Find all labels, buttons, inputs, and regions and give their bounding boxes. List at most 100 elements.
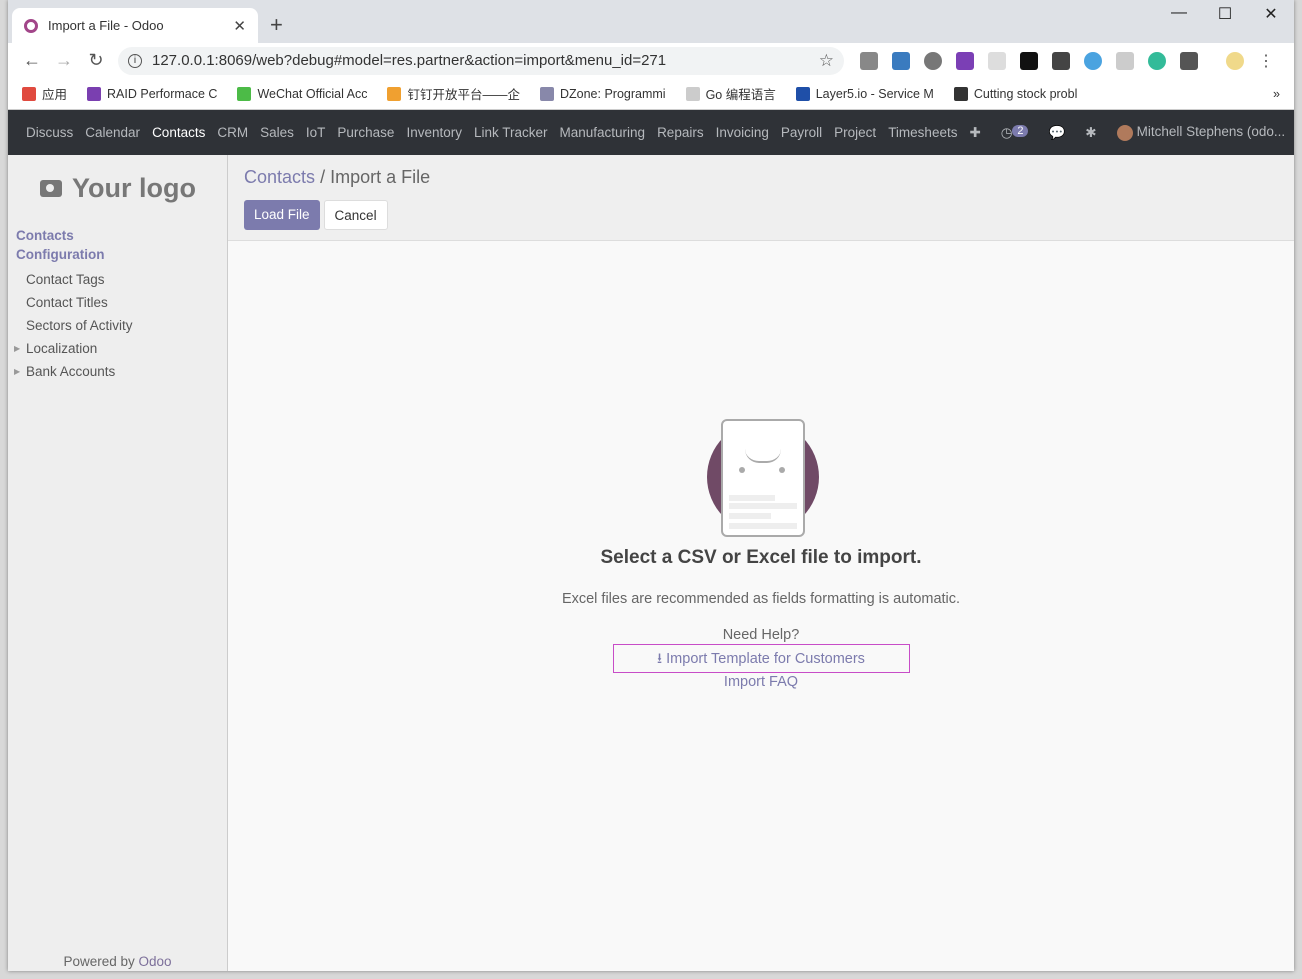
- powered-by: Powered by Odoo: [8, 954, 227, 969]
- nav-menu-iot[interactable]: IoT: [300, 125, 332, 140]
- onenote-icon[interactable]: [956, 51, 974, 70]
- bookmark-label: RAID Performace C: [107, 86, 218, 101]
- bookmark-item[interactable]: 钉钉开放平台——企: [387, 84, 520, 103]
- bookmark-item[interactable]: WeChat Official Acc: [237, 86, 368, 101]
- bookmark-label: Layer5.io - Service M: [815, 86, 934, 101]
- sidebar-item-contact-titles[interactable]: Contact Titles: [8, 291, 227, 314]
- extension-icon[interactable]: [1148, 51, 1166, 70]
- bookmark-favicon-icon: [795, 86, 810, 101]
- nav-menu-contacts[interactable]: Contacts: [146, 125, 211, 140]
- bookmark-item[interactable]: Cutting stock probl: [953, 86, 1078, 101]
- nav-menu-manufacturing[interactable]: Manufacturing: [554, 125, 652, 140]
- bookmark-item[interactable]: Go 编程语言: [685, 84, 776, 103]
- bookmark-favicon-icon: [953, 86, 968, 101]
- template-link-text: Import Template for Customers: [666, 651, 865, 667]
- extension-icon[interactable]: [1084, 51, 1102, 70]
- clock-icon: ◷: [1000, 124, 1013, 140]
- caret-right-icon: ▶: [14, 344, 21, 353]
- odoo-link[interactable]: Odoo: [139, 954, 172, 969]
- bookmark-item[interactable]: Layer5.io - Service M: [795, 86, 934, 101]
- file-illustration: [701, 401, 821, 541]
- new-tab-button[interactable]: +: [270, 12, 283, 38]
- powered-by-text: Powered by: [63, 954, 135, 969]
- import-title: Select a CSV or Excel file to import.: [600, 547, 922, 568]
- nav-menu-purchase[interactable]: Purchase: [331, 125, 400, 140]
- nav-menu-invoicing[interactable]: Invoicing: [710, 125, 775, 140]
- sidebar: Your logo Contacts Configuration Contact…: [8, 155, 228, 971]
- bookmark-favicon-icon: [685, 86, 700, 101]
- control-panel: Contacts / Import a File Load File Cance…: [228, 155, 1294, 241]
- breadcrumb-separator: /: [320, 167, 326, 187]
- reload-icon[interactable]: ↻: [80, 50, 112, 71]
- sidebar-section-configuration[interactable]: Configuration: [8, 245, 227, 264]
- sidebar-item-bank-accounts[interactable]: ▶ Bank Accounts: [8, 360, 227, 383]
- extension-icon[interactable]: [924, 51, 942, 70]
- download-icon: ⭳: [657, 651, 663, 667]
- activity-button[interactable]: ◷ 2: [1000, 124, 1029, 141]
- close-window-button[interactable]: ✕: [1248, 4, 1294, 24]
- bookmark-star-icon[interactable]: ☆: [819, 51, 834, 71]
- nav-menu-timesheets[interactable]: Timesheets: [882, 125, 963, 140]
- forward-icon[interactable]: →: [48, 50, 80, 71]
- sidebar-item-localization[interactable]: ▶ Localization: [8, 337, 227, 360]
- breadcrumb-contacts[interactable]: Contacts: [244, 167, 315, 187]
- close-tab-icon[interactable]: ✕: [233, 17, 246, 35]
- maximize-button[interactable]: ☐: [1202, 4, 1248, 24]
- user-menu[interactable]: Mitchell Stephens (odo...: [1116, 124, 1286, 141]
- menu-icon[interactable]: ⋮: [1258, 51, 1274, 71]
- bookmark-label: Cutting stock probl: [973, 86, 1078, 101]
- import-template-link[interactable]: ⭳ Import Template for Customers: [612, 644, 910, 673]
- load-file-button[interactable]: Load File: [244, 200, 320, 230]
- nav-menu-crm[interactable]: CRM: [211, 125, 254, 140]
- sidebar-item-sectors-of-activity[interactable]: Sectors of Activity: [8, 314, 227, 337]
- nav-menu-link-tracker[interactable]: Link Tracker: [468, 125, 554, 140]
- company-logo[interactable]: Your logo: [40, 173, 227, 204]
- add-menu-icon[interactable]: ✚: [963, 125, 986, 141]
- nav-menu-sales[interactable]: Sales: [254, 125, 300, 140]
- nav-menu-payroll[interactable]: Payroll: [775, 125, 828, 140]
- messages-icon[interactable]: 💬: [1048, 125, 1065, 141]
- url-input[interactable]: i 127.0.0.1:8069/web?debug#model=res.par…: [118, 46, 844, 75]
- cancel-button[interactable]: Cancel: [323, 200, 388, 230]
- extension-icon[interactable]: [988, 51, 1006, 70]
- back-icon[interactable]: ←: [16, 50, 48, 71]
- extension-icon[interactable]: [1180, 51, 1198, 70]
- bookmark-label: 应用: [42, 88, 68, 102]
- user-name: Mitchell Stephens (odo...: [1136, 124, 1286, 140]
- nav-menu-inventory[interactable]: Inventory: [400, 125, 468, 140]
- nav-menu-project[interactable]: Project: [828, 125, 882, 140]
- bookmark-label: DZone: Programmi: [559, 86, 666, 101]
- sidebar-item-label: Contact Titles: [26, 295, 108, 310]
- debug-bug-icon[interactable]: ✱: [1085, 125, 1096, 141]
- extension-icon[interactable]: [1020, 51, 1038, 70]
- bookmark-item[interactable]: 应用: [22, 84, 67, 103]
- tab-title: Import a File - Odoo: [48, 18, 164, 33]
- camera-icon: [40, 180, 62, 197]
- nav-menu-calendar[interactable]: Calendar: [79, 125, 146, 140]
- browser-tab[interactable]: Import a File - Odoo ✕: [12, 8, 258, 43]
- info-icon[interactable]: i: [128, 53, 142, 68]
- extension-icon[interactable]: [1116, 51, 1134, 70]
- sidebar-item-label: Bank Accounts: [26, 364, 116, 379]
- minimize-button[interactable]: —: [1156, 4, 1202, 24]
- nav-menu-discuss[interactable]: Discuss: [20, 125, 79, 140]
- extension-icon[interactable]: [892, 51, 910, 70]
- caret-right-icon: ▶: [14, 367, 21, 376]
- profile-avatar[interactable]: [1226, 51, 1244, 70]
- tab-strip: Import a File - Odoo ✕ + — ☐ ✕: [8, 0, 1294, 43]
- sidebar-item-contact-tags[interactable]: Contact Tags: [8, 268, 227, 291]
- odoo-main-navbar: Discuss Calendar Contacts CRM Sales IoT Purcha…: [8, 110, 1294, 155]
- bookmark-item[interactable]: RAID Performace C: [87, 86, 218, 101]
- sidebar-section-contacts[interactable]: Contacts: [8, 226, 227, 245]
- more-bookmarks-button[interactable]: »: [1273, 87, 1280, 101]
- bookmark-label: WeChat Official Acc: [257, 86, 368, 101]
- bookmarks-bar: 应用 RAID Performace C WeChat Official Acc 钉钉…: [8, 78, 1294, 110]
- import-faq-link[interactable]: Import FAQ: [228, 674, 1294, 690]
- extension-icon[interactable]: [860, 51, 878, 70]
- bookmark-item[interactable]: DZone: Programmi: [539, 86, 666, 101]
- nav-menu-repairs[interactable]: Repairs: [651, 125, 710, 140]
- need-help-label: Need Help?: [722, 627, 800, 643]
- sidebar-item-label: Contact Tags: [26, 272, 105, 287]
- pocket-icon[interactable]: [1052, 51, 1070, 70]
- sidebar-item-label: Localization: [26, 341, 98, 356]
